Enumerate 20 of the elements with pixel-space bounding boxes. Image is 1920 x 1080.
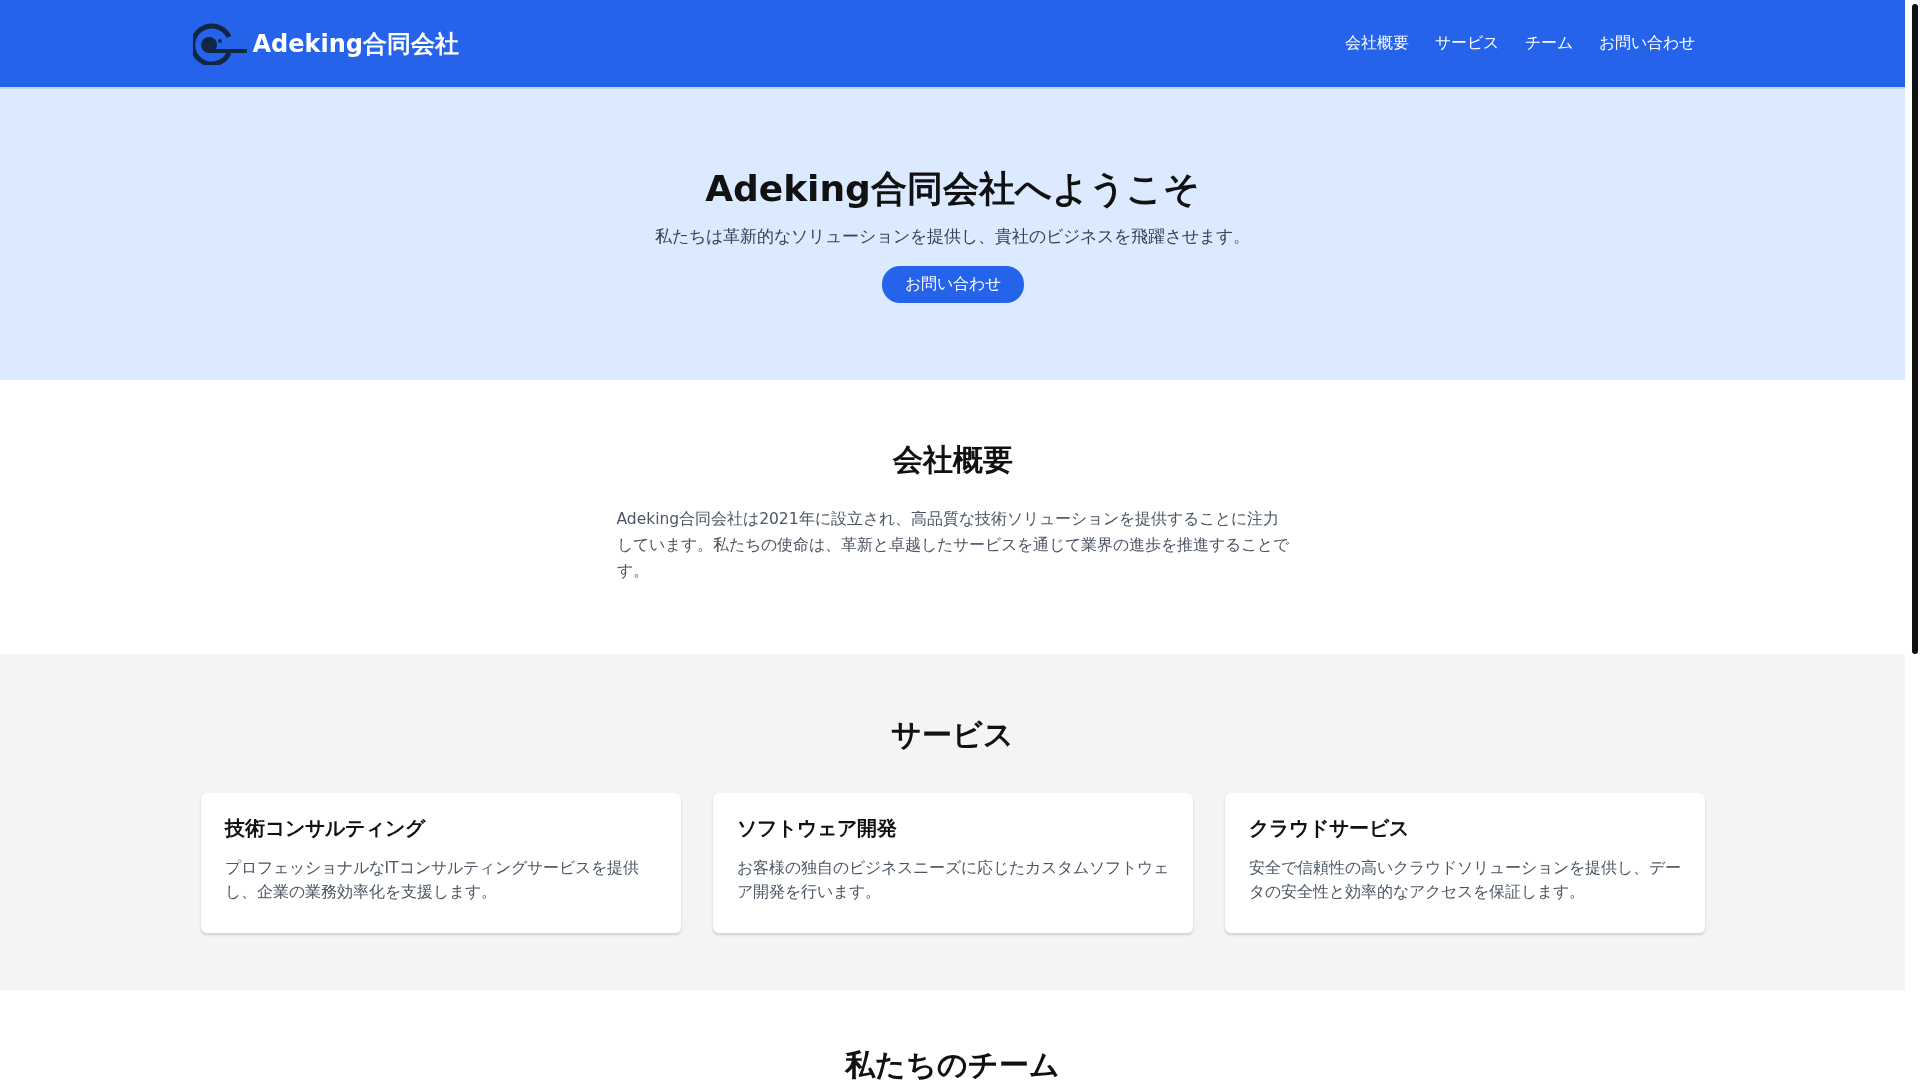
logo-icon (192, 22, 247, 65)
card-title: クラウドサービス (1248, 815, 1410, 842)
company-name[interactable]: Adeking合同会社 (252, 27, 459, 60)
hero-title: Adeking合同会社へようこそ (705, 167, 1200, 211)
card-text: 安全で信頼性の高いクラウドソリューションを提供し、データの安全性と効率的なアクセスを保証します。 (1248, 858, 1681, 903)
section-heading: 私たちのチーム (845, 1046, 1060, 1080)
hero-subtitle: 私たちは革新的なソリューションを提供し、貴社のビジネスを飛躍させます。 (655, 225, 1250, 248)
nav-link[interactable]: お問い合わせ (1598, 33, 1695, 54)
nav-link[interactable]: チーム (1524, 33, 1573, 54)
card-text: プロフェッショナルなITコンサルティングサービスを提供し、企業の業務効率化を支援します。 (224, 858, 640, 903)
card-title: ソフトウェア開発 (736, 815, 898, 842)
card-title: 技術コンサルティング (224, 815, 427, 842)
scrollbar-thumb[interactable] (1912, 4, 1918, 654)
nav-link[interactable]: 会社概要 (1344, 33, 1409, 54)
section-heading: 会社概要 (892, 441, 1013, 479)
section-heading: サービス (890, 716, 1015, 754)
nav-link[interactable]: サービス (1434, 33, 1499, 54)
contact-button[interactable]: お問い合わせ (881, 266, 1024, 303)
about-paragraph: Adeking合同会社は2021年に設立され、高品質な技術ソリューションを提供することに注力しています。私たちの使命は、革新と卓越したサービスを通じて業界の進歩を推進することです。 (616, 509, 1289, 582)
card-text: お客様の独自のビジネスニーズに応じたカスタムソフトウェア開発を行います。 (736, 858, 1169, 903)
